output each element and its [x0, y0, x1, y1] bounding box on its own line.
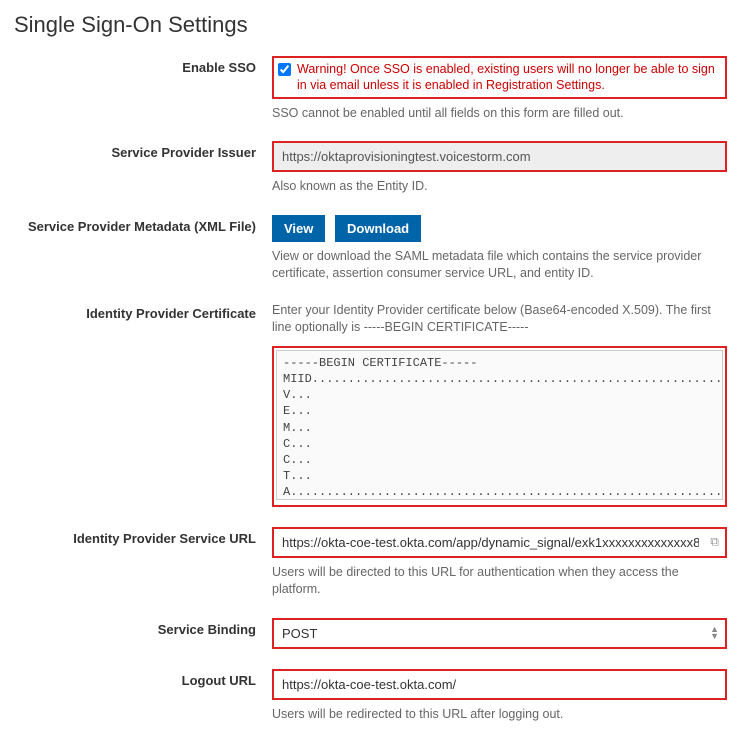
row-sp-metadata: Service Provider Metadata (XML File) Vie…: [12, 215, 735, 282]
label-logout-url: Logout URL: [12, 669, 272, 690]
enable-sso-checkbox[interactable]: [278, 63, 291, 76]
idp-cert-intro: Enter your Identity Provider certificate…: [272, 302, 727, 336]
sp-issuer-value: https://oktaprovisioningtest.voicestorm.…: [272, 141, 727, 172]
page-title: Single Sign-On Settings: [14, 12, 735, 38]
row-enable-sso: Enable SSO Warning! Once SSO is enabled,…: [12, 56, 735, 121]
logout-url-helper: Users will be redirected to this URL aft…: [272, 706, 727, 723]
idp-cert-box: [272, 346, 727, 507]
row-logout-url: Logout URL Users will be redirected to t…: [12, 669, 735, 723]
download-button[interactable]: Download: [335, 215, 421, 242]
row-service-binding: Service Binding POST ▲▼: [12, 618, 735, 649]
row-idp-cert: Identity Provider Certificate Enter your…: [12, 302, 735, 507]
label-sp-issuer: Service Provider Issuer: [12, 141, 272, 162]
label-sp-metadata: Service Provider Metadata (XML File): [12, 215, 272, 236]
idp-url-helper: Users will be directed to this URL for a…: [272, 564, 727, 598]
copy-icon[interactable]: ⧉: [710, 535, 719, 550]
enable-sso-helper: SSO cannot be enabled until all fields o…: [272, 105, 727, 122]
label-enable-sso: Enable SSO: [12, 56, 272, 77]
label-idp-url: Identity Provider Service URL: [12, 527, 272, 548]
view-button[interactable]: View: [272, 215, 325, 242]
label-idp-cert: Identity Provider Certificate: [12, 302, 272, 323]
service-binding-select[interactable]: POST: [272, 618, 727, 649]
enable-sso-warning-text: Warning! Once SSO is enabled, existing u…: [297, 61, 720, 94]
idp-cert-textarea[interactable]: [276, 350, 723, 500]
label-service-binding: Service Binding: [12, 618, 272, 639]
logout-url-input[interactable]: [272, 669, 727, 700]
row-sp-issuer: Service Provider Issuer https://oktaprov…: [12, 141, 735, 195]
sp-issuer-helper: Also known as the Entity ID.: [272, 178, 727, 195]
idp-service-url-input[interactable]: [272, 527, 727, 558]
row-idp-url: Identity Provider Service URL ⧉ Users wi…: [12, 527, 735, 598]
enable-sso-warning-box: Warning! Once SSO is enabled, existing u…: [272, 56, 727, 99]
sp-metadata-helper: View or download the SAML metadata file …: [272, 248, 727, 282]
